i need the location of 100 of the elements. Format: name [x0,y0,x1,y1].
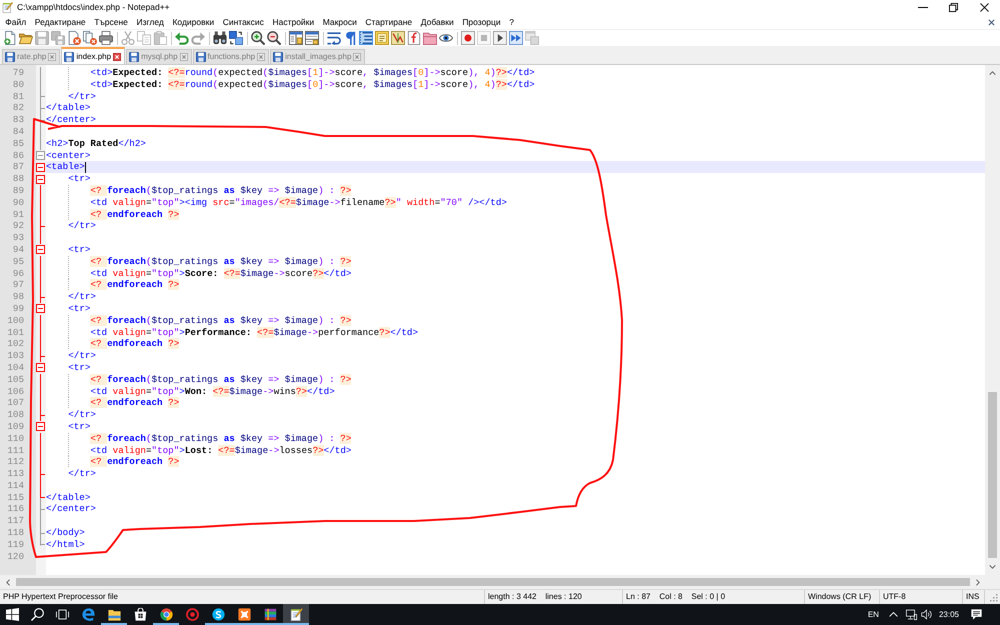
line-number: 110 [6,432,24,444]
menu-item[interactable]: Търсене [90,15,132,29]
collapse-icon[interactable] [36,422,45,432]
task-view-icon [56,608,69,621]
scrollbar-thumb[interactable] [988,392,997,558]
collapse-icon[interactable] [36,245,45,254]
restore-icon [949,3,958,12]
chevron-right-icon[interactable] [976,578,980,586]
chevron-down-icon[interactable] [989,565,996,569]
record-icon[interactable] [461,31,475,45]
line-number: 81 [12,90,24,102]
code-line: <tr> [68,420,90,433]
replace-icon[interactable] [229,31,243,45]
square-logo-icon [238,608,250,621]
fast-forward-icon[interactable] [509,31,523,45]
code-line: <td valign="top">Won: <?=$image->wins?></td> [90,386,335,398]
undo-icon[interactable] [175,31,189,45]
code-line: </body> [46,527,85,539]
code-line: </tr> [68,220,96,232]
code-line: <tr> [68,302,90,315]
close-icon[interactable] [48,53,56,61]
document-icon[interactable] [375,31,389,45]
close-icon[interactable] [113,52,122,60]
code-line: <? foreach($top_ratings as $key => $image) : ?> [90,314,352,327]
collapse-icon[interactable] [36,363,45,372]
folder-icon[interactable] [423,31,437,45]
chevron-left-icon[interactable] [6,578,10,586]
line-number: 86 [12,150,24,162]
close-icon[interactable] [988,18,995,26]
line-number: 111 [6,444,24,456]
menu-item[interactable]: Настройки [268,15,318,29]
code-line: <td valign="top">Score: <?=$image->score?></td> [90,268,352,280]
line-number: 84 [12,126,24,138]
pages-close-icon[interactable] [83,31,97,45]
line-number: 90 [12,196,24,209]
menu-item[interactable]: Файл [1,15,30,29]
line-number: 101 [6,326,24,338]
menu-item[interactable]: Стартиране [361,15,416,29]
collapse-icon[interactable] [36,162,45,172]
code-line: </table> [46,102,90,114]
line-number: 118 [6,527,24,539]
folder-icon[interactable] [19,31,33,45]
close-icon[interactable] [257,53,266,61]
split-window-icon[interactable] [289,31,303,45]
minimize-icon [918,7,928,8]
zoom-in-icon[interactable] [251,31,265,45]
line-number: 79 [12,67,24,79]
word-wrap-icon[interactable] [327,31,341,45]
code-line: <? endforeach ?> [90,397,180,410]
new-page-icon[interactable] [3,31,17,45]
shopping-bag-icon [134,608,146,621]
scrollbar-thumb[interactable] [16,578,970,586]
taskbar-button[interactable] [283,604,309,625]
volume-icon[interactable] [920,609,932,620]
line-number: 95 [12,256,24,268]
collapse-icon[interactable] [36,304,45,314]
collapse-icon[interactable] [36,174,45,184]
target-icon [186,608,198,621]
line-number: 105 [6,374,24,386]
menu-item[interactable]: Прозорци [458,15,505,29]
line-number: 107 [6,397,24,410]
line-number: 96 [12,268,24,280]
code-line: </tr> [68,90,96,102]
file-tab[interactable]: index.php [61,47,126,64]
code-line: <center> [46,150,90,162]
code-line: <td valign="top">Lost: <?=$image->losses?></td> [90,444,352,456]
clock[interactable]: 23:05 [938,610,959,618]
play-icon[interactable] [493,31,507,45]
menu-item[interactable]: ? [504,15,518,29]
page-close-icon[interactable] [67,31,81,45]
function-list-icon[interactable] [407,31,421,45]
map-icon[interactable] [391,31,405,45]
indent-guide-icon[interactable] [359,31,373,45]
network-icon[interactable] [906,609,917,620]
zoom-out-icon[interactable] [267,31,281,45]
code-line: </html> [46,538,85,551]
resize-grip-icon[interactable] [989,593,998,602]
code-line: <td valign="top"><img src="images/<?=$image->filename?>" width="70" /></td> [90,196,507,209]
binoculars-icon[interactable] [213,31,227,45]
menu-item[interactable]: Редактиране [30,15,90,29]
code-line: <? foreach($top_ratings as $key => $image) : ?> [90,374,352,386]
code-line: </tr> [68,409,96,421]
pilcrow-icon[interactable] [343,31,357,45]
code-line: </center> [46,114,96,126]
menu-item[interactable]: Макроси [318,15,362,29]
split-window-icon[interactable] [305,31,319,45]
printer-icon[interactable] [99,31,113,45]
collapse-icon[interactable] [36,150,45,160]
menu-item[interactable]: Изглед [132,15,168,29]
close-icon [980,3,989,12]
close-icon[interactable] [180,53,188,61]
round-logo-icon [160,608,172,621]
menu-item[interactable]: Добавки [416,15,458,29]
menu-item[interactable]: Кодировки [168,15,218,29]
notification-icon[interactable] [971,609,982,620]
menu-item[interactable]: Синтаксис [218,15,268,29]
close-icon[interactable] [353,53,362,61]
code-line: <? endforeach ?> [90,208,180,220]
language-indicator[interactable]: EN [868,610,879,618]
line-number: 106 [6,386,24,398]
